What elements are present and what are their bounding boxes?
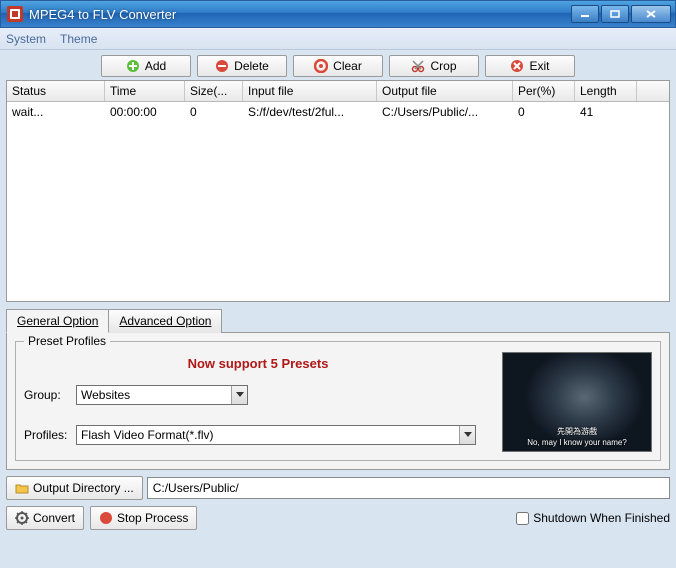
col-size[interactable]: Size(... bbox=[185, 81, 243, 101]
menu-theme[interactable]: Theme bbox=[60, 32, 97, 46]
clear-button[interactable]: Clear bbox=[293, 55, 383, 77]
table-row[interactable]: wait... 00:00:00 0 S:/f/dev/test/2ful...… bbox=[7, 102, 669, 122]
delete-label: Delete bbox=[234, 59, 269, 73]
menu-bar: System Theme bbox=[0, 28, 676, 50]
group-select[interactable]: Websites bbox=[76, 385, 248, 405]
output-directory-button[interactable]: Output Directory ... bbox=[6, 476, 143, 500]
file-table: Status Time Size(... Input file Output f… bbox=[6, 80, 670, 302]
cell-length: 41 bbox=[575, 102, 637, 122]
crop-button[interactable]: Crop bbox=[389, 55, 479, 77]
preset-legend: Preset Profiles bbox=[24, 334, 110, 348]
folder-icon bbox=[15, 481, 29, 495]
thumb-subtitle-1: 先開為游戲 bbox=[503, 426, 651, 437]
maximize-button[interactable] bbox=[601, 5, 629, 23]
tab-advanced[interactable]: Advanced Option bbox=[108, 309, 222, 333]
shutdown-checkbox[interactable]: Shutdown When Finished bbox=[516, 511, 670, 525]
plus-icon bbox=[126, 59, 140, 73]
exit-button[interactable]: Exit bbox=[485, 55, 575, 77]
title-bar: MPEG4 to FLV Converter bbox=[0, 0, 676, 28]
col-per[interactable]: Per(%) bbox=[513, 81, 575, 101]
cell-input: S:/f/dev/test/2ful... bbox=[243, 102, 377, 122]
add-button[interactable]: Add bbox=[101, 55, 191, 77]
col-output[interactable]: Output file bbox=[377, 81, 513, 101]
general-panel: Preset Profiles Now support 5 Presets Gr… bbox=[6, 332, 670, 470]
close-button[interactable] bbox=[631, 5, 671, 23]
thumb-subtitle-2: No, may I know your name? bbox=[503, 438, 651, 447]
profiles-value: Flash Video Format(*.flv) bbox=[81, 428, 214, 442]
delete-button[interactable]: Delete bbox=[197, 55, 287, 77]
convert-label: Convert bbox=[33, 511, 75, 525]
profiles-select[interactable]: Flash Video Format(*.flv) bbox=[76, 425, 476, 445]
preset-fieldset: Preset Profiles Now support 5 Presets Gr… bbox=[15, 341, 661, 461]
clear-label: Clear bbox=[333, 59, 362, 73]
chevron-down-icon bbox=[459, 426, 475, 444]
minus-icon bbox=[215, 59, 229, 73]
app-icon bbox=[7, 6, 23, 22]
clear-icon bbox=[314, 59, 328, 73]
stop-icon bbox=[99, 511, 113, 525]
table-body[interactable]: wait... 00:00:00 0 S:/f/dev/test/2ful...… bbox=[7, 102, 669, 301]
output-directory-input[interactable] bbox=[147, 477, 670, 499]
add-label: Add bbox=[145, 59, 166, 73]
stop-label: Stop Process bbox=[117, 511, 188, 525]
window-title: MPEG4 to FLV Converter bbox=[29, 7, 571, 22]
col-input[interactable]: Input file bbox=[243, 81, 377, 101]
convert-button[interactable]: Convert bbox=[6, 506, 84, 530]
col-time[interactable]: Time bbox=[105, 81, 185, 101]
profiles-label: Profiles: bbox=[24, 428, 76, 442]
preset-message: Now support 5 Presets bbox=[24, 356, 492, 371]
crop-icon bbox=[411, 59, 425, 73]
group-label: Group: bbox=[24, 388, 76, 402]
cell-size: 0 bbox=[185, 102, 243, 122]
chevron-down-icon bbox=[231, 386, 247, 404]
output-directory-label: Output Directory ... bbox=[33, 481, 134, 495]
col-length[interactable]: Length bbox=[575, 81, 637, 101]
crop-label: Crop bbox=[430, 59, 456, 73]
minimize-button[interactable] bbox=[571, 5, 599, 23]
col-status[interactable]: Status bbox=[7, 81, 105, 101]
cell-per: 0 bbox=[513, 102, 575, 122]
table-header: Status Time Size(... Input file Output f… bbox=[7, 81, 669, 102]
tab-general[interactable]: General Option bbox=[6, 309, 109, 333]
cell-status: wait... bbox=[7, 102, 105, 122]
menu-system[interactable]: System bbox=[6, 32, 46, 46]
preview-thumbnail: 先開為游戲 No, may I know your name? bbox=[502, 352, 652, 452]
shutdown-label: Shutdown When Finished bbox=[533, 511, 670, 525]
stop-button[interactable]: Stop Process bbox=[90, 506, 197, 530]
gear-icon bbox=[15, 511, 29, 525]
exit-label: Exit bbox=[529, 59, 549, 73]
group-value: Websites bbox=[81, 388, 130, 402]
exit-icon bbox=[510, 59, 524, 73]
shutdown-checkbox-input[interactable] bbox=[516, 512, 529, 525]
cell-output: C:/Users/Public/... bbox=[377, 102, 513, 122]
cell-time: 00:00:00 bbox=[105, 102, 185, 122]
option-tabs: General Option Advanced Option bbox=[6, 308, 670, 332]
toolbar: Add Delete Clear Crop Exit bbox=[6, 52, 670, 80]
